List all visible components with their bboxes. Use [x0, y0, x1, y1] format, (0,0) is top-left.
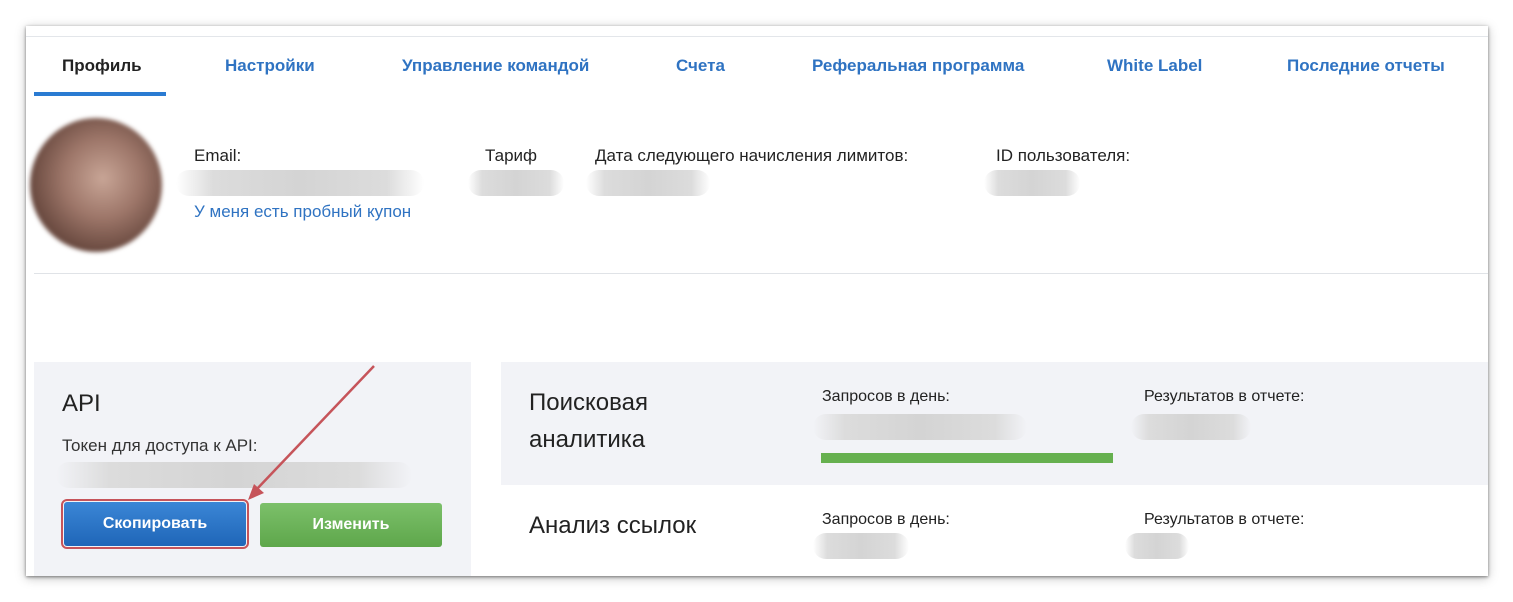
tab-settings[interactable]: Настройки [225, 56, 315, 76]
api-card: API Токен для доступа к API: Скопировать… [34, 362, 471, 576]
tab-profile[interactable]: Профиль [62, 56, 142, 76]
active-tab-indicator [34, 92, 166, 96]
search-requests-progress-bar [821, 453, 1113, 463]
search-requests-per-day-label: Запросов в день: [822, 388, 950, 405]
links-requests-value-redacted [813, 533, 909, 559]
search-requests-progress-fill [821, 453, 1113, 463]
links-requests-per-day-label: Запросов в день: [822, 511, 950, 528]
tab-recent-reports[interactable]: Последние отчеты [1287, 56, 1445, 76]
email-label: Email: [194, 146, 242, 165]
link-analysis-title: Анализ ссылок [529, 512, 697, 539]
user-id-label: ID пользователя: [996, 146, 1131, 165]
api-title: API [62, 390, 101, 417]
links-results-per-report-label: Результатов в отчете: [1144, 511, 1305, 528]
tab-team-management[interactable]: Управление командой [402, 56, 589, 76]
tab-white-label[interactable]: White Label [1107, 56, 1202, 76]
tab-bar: Профиль Настройки Управление командой Сч… [34, 50, 1474, 98]
tab-referral-program[interactable]: Реферальная программа [812, 56, 1024, 76]
next-limits-date-value-redacted [586, 170, 710, 196]
search-analytics-block: Поисковая аналитика Запросов в день: Рез… [501, 362, 1488, 485]
avatar [30, 118, 162, 252]
email-value-redacted [176, 170, 424, 196]
section-divider [34, 273, 1488, 274]
next-limits-date-label: Дата следующего начисления лимитов: [595, 146, 909, 165]
search-analytics-title-line1: Поисковая [529, 389, 648, 416]
link-analysis-block: Анализ ссылок Запросов в день: Результат… [501, 485, 1488, 576]
tariff-value-redacted [468, 170, 564, 196]
api-token-label: Токен для доступа к API: [62, 436, 258, 455]
top-border [26, 36, 1488, 37]
search-results-value-redacted [1131, 414, 1251, 440]
profile-info: Email: Тариф Дата следующего начисления … [30, 98, 1488, 274]
trial-coupon-link[interactable]: У меня есть пробный купон [194, 202, 411, 222]
search-analytics-title-line2: аналитика [529, 426, 646, 453]
tab-invoices[interactable]: Счета [676, 56, 725, 76]
search-requests-value-redacted [813, 414, 1027, 440]
tariff-label: Тариф [485, 146, 538, 165]
links-results-value-redacted [1125, 533, 1189, 559]
edit-token-button[interactable]: Изменить [260, 503, 442, 547]
user-id-value-redacted [984, 170, 1080, 196]
profile-page-frame: Профиль Настройки Управление командой Сч… [26, 26, 1488, 576]
copy-token-button[interactable]: Скопировать [61, 499, 249, 549]
api-token-value-redacted [56, 462, 412, 488]
search-results-per-report-label: Результатов в отчете: [1144, 388, 1305, 405]
